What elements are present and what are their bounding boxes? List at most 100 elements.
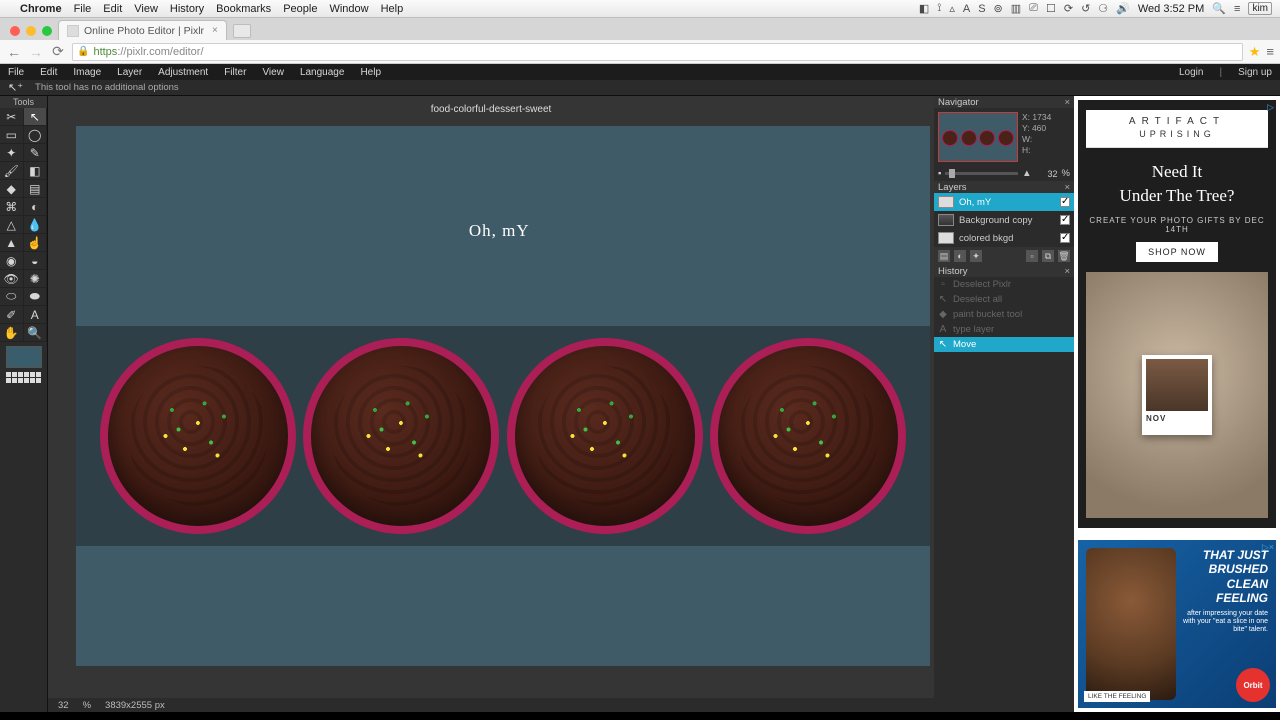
- blur-tool[interactable]: 💧: [24, 216, 48, 234]
- back-button[interactable]: ←: [6, 44, 22, 60]
- browser-tab[interactable]: Online Photo Editor | Pixlr ×: [58, 20, 227, 40]
- status-icon[interactable]: ⟟: [937, 2, 941, 15]
- status-icon[interactable]: ▵: [949, 2, 955, 15]
- swatches-grid[interactable]: [6, 372, 42, 383]
- layer-row[interactable]: Background copy: [934, 211, 1074, 229]
- sharpen-tool[interactable]: ▲: [0, 234, 24, 252]
- history-row[interactable]: ↖Move: [934, 337, 1074, 352]
- status-icon[interactable]: ▥: [1011, 2, 1021, 15]
- adchoices-icon[interactable]: ▷: [1267, 102, 1274, 113]
- layer-settings-button[interactable]: ▤: [938, 250, 950, 262]
- crop-tool[interactable]: ✂: [0, 108, 24, 126]
- ad-cta-button[interactable]: SHOP NOW: [1136, 242, 1218, 262]
- layer-visibility-toggle[interactable]: [1060, 197, 1070, 207]
- volume-icon[interactable]: 🔊: [1116, 2, 1130, 15]
- menu-icon[interactable]: ≡: [1234, 3, 1240, 15]
- zoom-in-icon[interactable]: ▲: [1022, 168, 1031, 179]
- signup-link[interactable]: Sign up: [1238, 67, 1272, 78]
- color-replace-tool[interactable]: ◐: [24, 198, 48, 216]
- new-tab-button[interactable]: [233, 24, 251, 38]
- login-link[interactable]: Login: [1179, 67, 1203, 78]
- mac-menu-window[interactable]: Window: [329, 3, 368, 15]
- mac-clock[interactable]: Wed 3:52 PM: [1138, 3, 1204, 15]
- eraser-tool[interactable]: ◧: [24, 162, 48, 180]
- mac-menu-people[interactable]: People: [283, 3, 317, 15]
- pinch-tool[interactable]: ⬬: [24, 288, 48, 306]
- mac-menu-bookmarks[interactable]: Bookmarks: [216, 3, 271, 15]
- redeye-tool[interactable]: 👁: [0, 270, 24, 288]
- status-icon[interactable]: ☐: [1046, 2, 1056, 15]
- status-icon[interactable]: ⎚: [1029, 2, 1038, 15]
- history-row[interactable]: ↖Deselect all: [934, 292, 1074, 307]
- mac-menu-view[interactable]: View: [134, 3, 158, 15]
- navigator-header[interactable]: Navigator ×: [934, 96, 1074, 108]
- foreground-color-swatch[interactable]: [6, 346, 42, 368]
- minimize-window-button[interactable]: [26, 26, 36, 36]
- smudge-tool[interactable]: ☝: [24, 234, 48, 252]
- pixlr-menu-adjustment[interactable]: Adjustment: [158, 67, 208, 78]
- forward-button[interactable]: →: [28, 44, 44, 60]
- move-tool[interactable]: ↖: [24, 108, 48, 126]
- spot-heal-tool[interactable]: ✺: [24, 270, 48, 288]
- pixlr-menu-filter[interactable]: Filter: [224, 67, 246, 78]
- history-header[interactable]: History ×: [934, 265, 1074, 277]
- clone-tool[interactable]: ⌘: [0, 198, 24, 216]
- status-icon[interactable]: ◧: [919, 2, 929, 15]
- address-bar[interactable]: 🔒 https://pixlr.com/editor/: [72, 43, 1243, 61]
- mac-menu-help[interactable]: Help: [381, 3, 404, 15]
- status-icon[interactable]: S: [978, 3, 985, 15]
- navigator-zoom-slider[interactable]: ▪ ▲ 32 %: [934, 166, 1074, 181]
- hand-tool[interactable]: ✋: [0, 324, 24, 342]
- close-tab-button[interactable]: ×: [212, 25, 218, 36]
- pencil-tool[interactable]: ✎: [24, 144, 48, 162]
- picker-tool[interactable]: ✐: [0, 306, 24, 324]
- delete-layer-button[interactable]: 🗑: [1058, 250, 1070, 262]
- sponge-tool[interactable]: ◉: [0, 252, 24, 270]
- pixlr-menu-file[interactable]: File: [8, 67, 24, 78]
- draw-tool[interactable]: △: [0, 216, 24, 234]
- reload-button[interactable]: ⟳: [50, 43, 66, 60]
- spotlight-icon[interactable]: 🔍: [1212, 2, 1226, 15]
- layer-visibility-toggle[interactable]: [1060, 215, 1070, 225]
- canvas-text-layer[interactable]: Oh, mY: [469, 221, 530, 241]
- mac-app-name[interactable]: Chrome: [20, 3, 62, 15]
- layer-visibility-toggle[interactable]: [1060, 233, 1070, 243]
- layer-mask-button[interactable]: ◐: [954, 250, 966, 262]
- mac-menu-edit[interactable]: Edit: [103, 3, 122, 15]
- wifi-icon[interactable]: ⚆: [1098, 2, 1108, 15]
- layer-styles-button[interactable]: ✦: [970, 250, 982, 262]
- pixlr-menu-language[interactable]: Language: [300, 67, 345, 78]
- status-icon[interactable]: ⊚: [994, 2, 1003, 15]
- maximize-window-button[interactable]: [42, 26, 52, 36]
- status-icon[interactable]: ⟳: [1064, 2, 1073, 15]
- pixlr-menu-layer[interactable]: Layer: [117, 67, 142, 78]
- mac-menu-file[interactable]: File: [74, 3, 92, 15]
- mac-user[interactable]: kim: [1248, 2, 1272, 15]
- status-icon[interactable]: ↺: [1081, 2, 1090, 15]
- dodge-tool[interactable]: ◒: [24, 252, 48, 270]
- close-panel-button[interactable]: ×: [1064, 266, 1070, 277]
- adchoices-icon[interactable]: ▷×: [1262, 542, 1274, 553]
- navigator-thumbnail[interactable]: [938, 112, 1018, 162]
- close-panel-button[interactable]: ×: [1064, 182, 1070, 193]
- pixlr-menu-help[interactable]: Help: [360, 67, 381, 78]
- close-window-button[interactable]: [10, 26, 20, 36]
- ad-artifact-uprising[interactable]: ▷ ARTIFACT UPRISING Need It Under The Tr…: [1078, 100, 1276, 528]
- brush-tool[interactable]: 🖌: [0, 162, 24, 180]
- gradient-tool[interactable]: ▤: [24, 180, 48, 198]
- bucket-tool[interactable]: ◆: [0, 180, 24, 198]
- layer-row[interactable]: colored bkgd: [934, 229, 1074, 247]
- new-layer-button[interactable]: ▫: [1026, 250, 1038, 262]
- duplicate-layer-button[interactable]: ⧉: [1042, 250, 1054, 262]
- wand-tool[interactable]: ✦: [0, 144, 24, 162]
- marquee-tool[interactable]: ▭: [0, 126, 24, 144]
- pixlr-menu-edit[interactable]: Edit: [40, 67, 57, 78]
- close-panel-button[interactable]: ×: [1064, 97, 1070, 108]
- mac-menu-history[interactable]: History: [170, 3, 204, 15]
- history-row[interactable]: ◆paint bucket tool: [934, 307, 1074, 322]
- history-row[interactable]: ▫Deselect Pixlr: [934, 277, 1074, 292]
- lasso-tool[interactable]: ◯: [24, 126, 48, 144]
- history-row[interactable]: Atype layer: [934, 322, 1074, 337]
- layer-row[interactable]: Oh, mY: [934, 193, 1074, 211]
- canvas[interactable]: Oh, mY: [76, 126, 930, 666]
